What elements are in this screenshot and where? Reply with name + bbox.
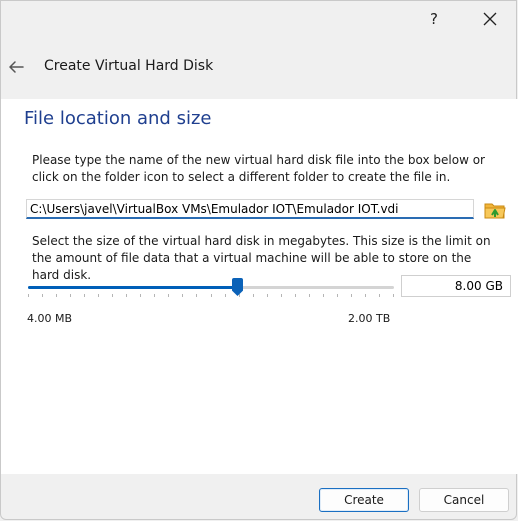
slider-tick [393, 294, 394, 297]
slider-tick [365, 294, 366, 297]
location-description: Please type the name of the new virtual … [32, 153, 485, 184]
cancel-button[interactable]: Cancel [419, 488, 509, 512]
slider-tick [281, 294, 282, 297]
close-button[interactable] [475, 5, 505, 33]
back-arrow-icon [9, 61, 24, 73]
slider-fill [28, 286, 237, 289]
size-slider[interactable] [28, 277, 394, 301]
slider-tick [140, 294, 141, 297]
slider-tick [28, 294, 29, 297]
slider-tick [309, 294, 310, 297]
slider-tick [182, 294, 183, 297]
create-button[interactable]: Create [319, 488, 409, 512]
back-button[interactable] [5, 54, 27, 80]
slider-tick [196, 294, 197, 297]
size-input[interactable] [401, 275, 511, 297]
close-icon [483, 12, 497, 26]
slider-tick [253, 294, 254, 297]
content-panel: File location and size Please type the n… [1, 99, 518, 474]
slider-tick [84, 294, 85, 297]
min-size-label: 4.00 MB [27, 312, 73, 325]
slider-tick [112, 294, 113, 297]
help-label: ? [430, 10, 438, 28]
slider-tick [154, 294, 155, 297]
slider-tick [70, 294, 71, 297]
slider-tick [351, 294, 352, 297]
slider-tick [267, 294, 268, 297]
slider-tick [126, 294, 127, 297]
slider-tick [42, 294, 43, 297]
slider-tick [295, 294, 296, 297]
slider-tick [239, 294, 240, 297]
slider-tick [98, 294, 99, 297]
slider-tick [379, 294, 380, 297]
slider-tick [168, 294, 169, 297]
folder-icon [484, 203, 506, 218]
slider-tick [211, 294, 212, 297]
max-size-label: 2.00 TB [348, 312, 391, 325]
help-button[interactable]: ? [419, 5, 449, 33]
choose-folder-button[interactable] [484, 199, 506, 220]
slider-tick [225, 294, 226, 297]
slider-tick [323, 294, 324, 297]
file-path-input[interactable] [26, 199, 474, 219]
dialog-title: Create Virtual Hard Disk [44, 58, 214, 74]
slider-tick [56, 294, 57, 297]
section-title: File location and size [24, 108, 212, 129]
slider-tick [337, 294, 338, 297]
slider-ticks [28, 294, 394, 298]
create-virtual-hard-disk-dialog: ? Create Virtual Hard Disk File location… [0, 0, 518, 520]
